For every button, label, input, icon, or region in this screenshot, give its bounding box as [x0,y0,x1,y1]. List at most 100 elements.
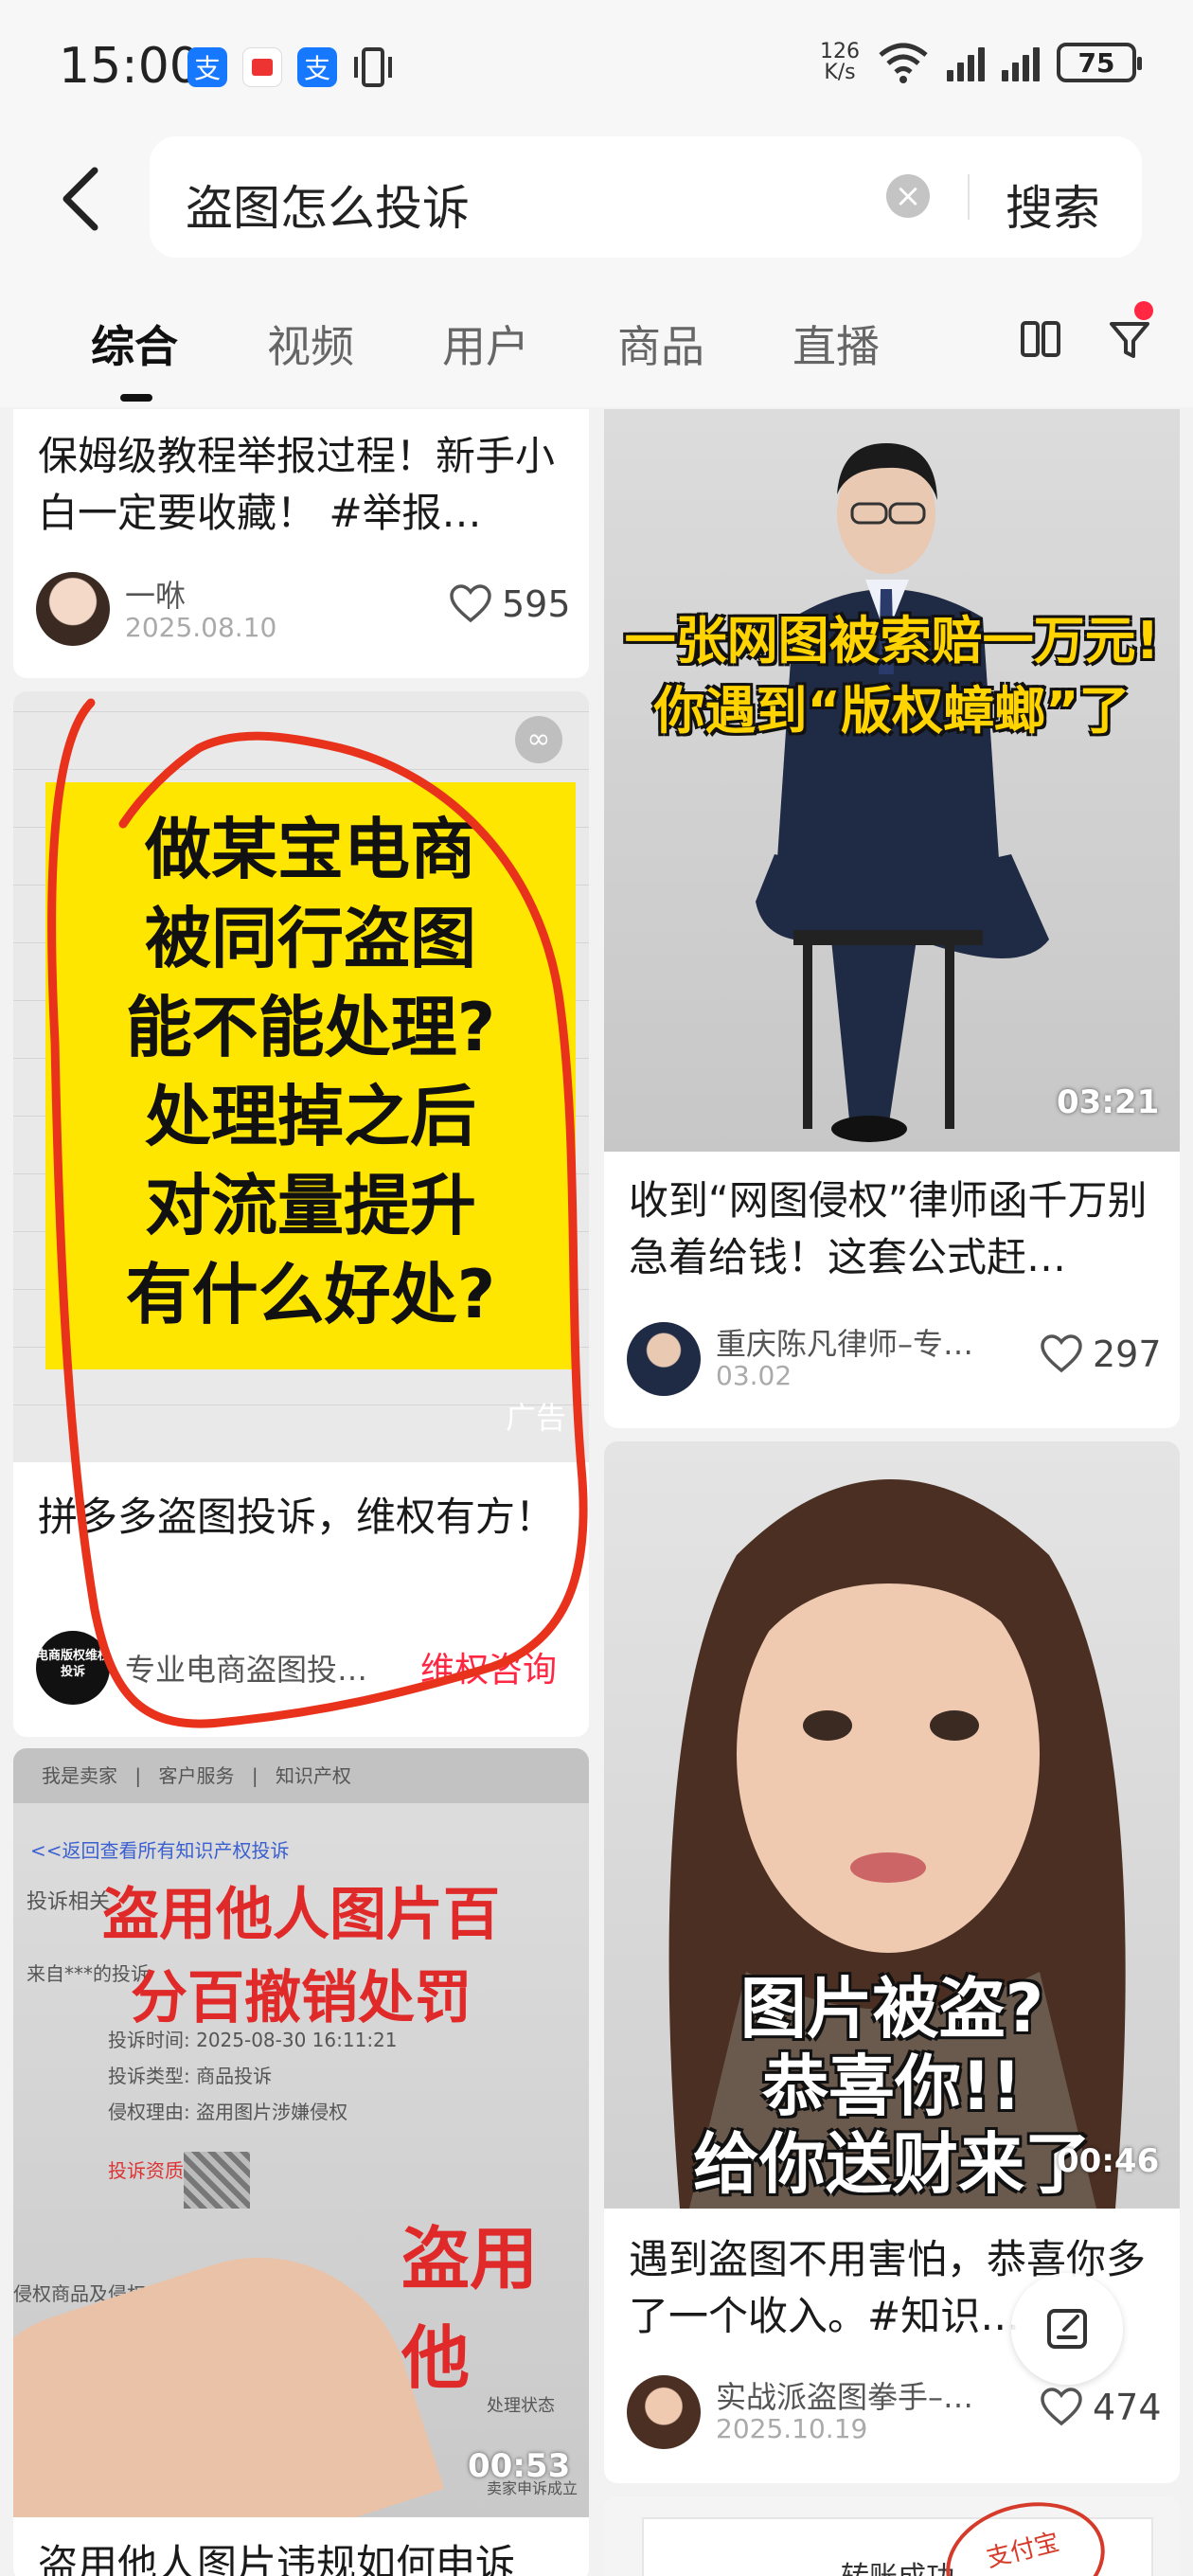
like-number: 297 [1093,1333,1162,1375]
screenshot-text: 投诉类型: 商品投诉 [108,2065,273,2087]
video-cover-image: 图片被盗? 恭喜你!! 给你送财来了 00:46 [604,1441,1180,2209]
feed-card[interactable]: 一张网图被索赔一万元! 你遇到“版权蟑螂”了 03:21 收到“网图侵权”律师函… [604,409,1180,1428]
avatar [627,2375,701,2449]
alipay-icon: 支 [187,47,227,87]
filter-badge [1134,301,1153,320]
search-button[interactable]: 搜索 [1006,170,1100,239]
hand-graphic [13,2218,445,2517]
like-count[interactable]: 595 [449,583,571,625]
like-number: 595 [502,583,571,625]
clear-icon[interactable]: × [886,174,930,218]
author-name: 一咻 [125,578,187,614]
heart-icon [1041,1334,1082,1373]
cover-line: 能不能处理? [125,989,496,1066]
cover-line: 你遇到“版权蟑螂”了 [653,681,1131,741]
video-cover-image: 我是卖家 | 客户服务 | 知识产权 <<返回查看所有知识产权投诉 投诉相关 来… [13,1748,589,2517]
video-cover-image: 一张网图被索赔一万元! 你遇到“版权蟑螂”了 03:21 [604,409,1180,1152]
lawyer-portrait [756,443,1049,1142]
stamp-text: 支付宝 [983,2528,1062,2574]
screenshot-text: 我是卖家 [42,1764,117,1787]
like-count[interactable]: 297 [1040,1333,1162,1375]
tab-all[interactable]: 综合 [91,313,178,375]
tab-products[interactable]: 商品 [617,313,704,375]
cover-line: 恭喜你!! [762,2048,1022,2125]
screenshot-text: 客户服务 [158,1764,235,1787]
like-count[interactable]: 474 [1040,2387,1162,2428]
card-title: 拼多多盗图投诉，维权有方！ [38,1494,556,1540]
signal-icon [947,44,985,81]
avatar [36,572,110,646]
net-speed-value: 126 [820,40,860,63]
screenshot-text: 投诉资质: [108,2159,190,2182]
screenshot-topbar: 我是卖家 | 客户服务 | 知识产权 [13,1748,589,1803]
complaint-thumbnail [184,2152,250,2209]
tab-users[interactable]: 用户 [442,313,529,375]
search-header: 盗图怎么投诉 × 搜索 [0,133,1193,275]
edit-icon [1047,2309,1087,2349]
card-title: 保姆级教程举报过程！新手小白一定要收藏！ #举报… [38,433,556,536]
ad-card[interactable]: 做某宝电商 被同行盗图 能不能处理? 处理掉之后 对流量提升 有什么好处? ∞ … [13,691,589,1737]
alipay-icon: 支 [297,47,337,87]
cover-side-text: 盗用他 [401,2219,539,2398]
edit-note-button[interactable] [1011,2273,1123,2385]
post-date: 2025.10.19 [716,2413,868,2444]
author-name: 专业电商盗图投… [125,1652,368,1688]
cover-line: 处理掉之后 [145,1078,476,1155]
avatar-logo-text: 电商版权维权投诉 [36,1649,110,1679]
card-title: 盗用他人图片违规如何申诉 [38,2541,516,2576]
battery-indicator: 75 [1057,43,1142,82]
video-cover-image: 转账成功 支付宝 [604,2496,1180,2576]
status-bar: 15:00 支 支 126 K/s 75 [0,0,1193,133]
tab-live[interactable]: 直播 [792,313,880,375]
video-duration: 00:46 [1057,2142,1160,2180]
wifi-icon [879,43,928,83]
cover-line: 一张网图被索赔一万元! [624,611,1160,671]
cover-line: 分百撤销处罚 [131,1965,472,2031]
signal-icon [1002,44,1040,81]
avatar [627,1322,701,1396]
cover-line: 做某宝电商 [145,811,476,888]
tab-video[interactable]: 视频 [267,313,354,375]
feed-card[interactable]: 转账成功 支付宝 [604,2496,1180,2576]
heart-icon [1041,2388,1082,2426]
status-time: 15:00 [59,38,201,95]
ad-label: 广告 [506,1400,567,1436]
post-date: 2025.08.10 [125,612,277,643]
cover-line: 有什么好处? [125,1256,496,1333]
screenshot-text: 侵权理由: 盗用图片涉嫌侵权 [108,2101,348,2123]
consult-link[interactable]: 维权咨询 [420,1642,557,1691]
link-icon[interactable]: ∞ [515,716,562,763]
feed-card[interactable]: 保姆级教程举报过程！新手小白一定要收藏！ #举报… 一咻 2025.08.10 … [13,409,589,678]
vibrate-icon [354,47,392,87]
author-name: 重庆陈凡律师–专… [716,1326,974,1362]
avatar: 电商版权维权投诉 [36,1631,110,1705]
screenshot-text: <<返回查看所有知识产权投诉 [30,1839,290,1862]
status-right: 126 K/s 75 [820,42,1142,83]
search-query[interactable]: 盗图怎么投诉 [186,170,470,239]
cover-text: 转账成功 [841,2553,954,2576]
cover-line: 对流量提升 [145,1167,476,1244]
post-date: 03.02 [716,1360,792,1391]
red-app-icon [242,47,282,87]
screenshot-text: 知识产权 [275,1764,351,1787]
net-speed-unit: K/s [824,61,856,84]
layout-toggle-icon[interactable] [1020,320,1061,358]
author-name: 实战派盗图拳手–… [716,2379,974,2415]
video-duration: 03:21 [1057,1083,1160,1121]
cover-text: 盗用他人图片百 分百撤销处罚 [13,1873,589,2040]
filter-icon[interactable] [1108,318,1151,362]
net-speed: 126 K/s [820,42,860,83]
cover-line: 盗用他人图片百 [102,1882,500,1948]
card-title: 收到“网图侵权”律师函千万别急着给钱！这套公式赶… [629,1177,1148,1280]
video-duration: 00:53 [468,2447,571,2485]
result-tabs: 综合 视频 用户 商品 直播 [0,275,1193,407]
feed-card[interactable]: 我是卖家 | 客户服务 | 知识产权 <<返回查看所有知识产权投诉 投诉相关 来… [13,1748,589,2576]
tab-active-indicator [120,394,152,402]
cover-line: 图片被盗? [739,1970,1044,2048]
cover-text: 做某宝电商 被同行盗图 能不能处理? 处理掉之后 对流量提升 有什么好处? [45,805,576,1339]
ad-cover-image: 做某宝电商 被同行盗图 能不能处理? 处理掉之后 对流量提升 有什么好处? ∞ … [13,691,589,1462]
heart-icon [450,584,491,623]
search-input[interactable]: 盗图怎么投诉 × 搜索 [150,136,1142,258]
cover-line: 被同行盗图 [145,900,476,977]
back-arrow-icon[interactable] [53,161,110,237]
